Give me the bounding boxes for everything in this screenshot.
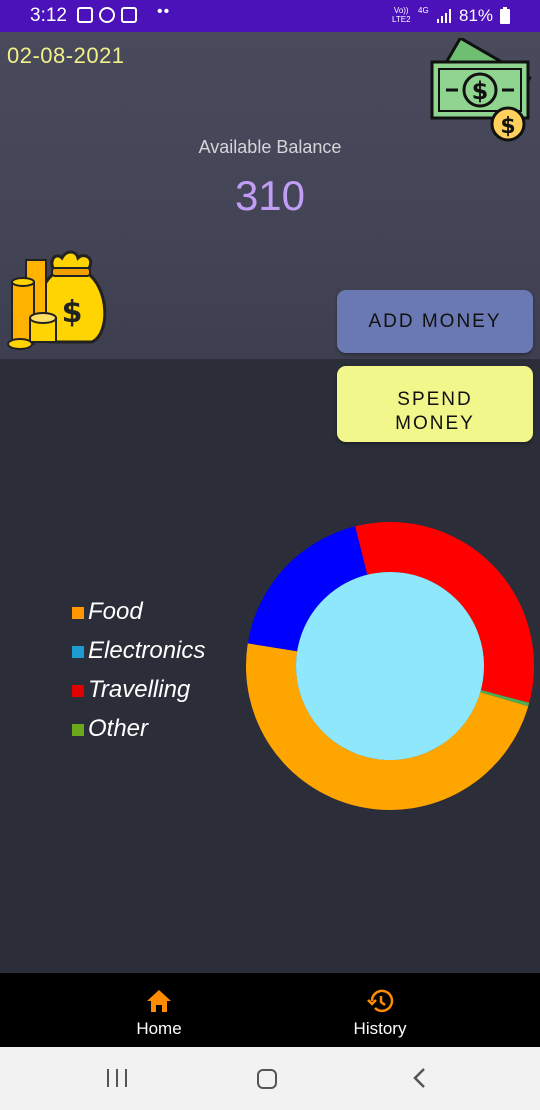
gallery-icon bbox=[77, 7, 93, 23]
legend-item-travelling: Travelling bbox=[72, 670, 205, 709]
nav-history-label: History bbox=[353, 1019, 407, 1038]
legend-label-electronics: Electronics bbox=[88, 636, 206, 664]
legend-swatch-electronics bbox=[72, 645, 84, 658]
legend-swatch-other bbox=[72, 723, 84, 736]
nav-home[interactable]: Home bbox=[79, 973, 239, 1047]
spend-money-button[interactable]: SPEND MONEY bbox=[337, 366, 533, 442]
spend-money-label-2: MONEY bbox=[395, 412, 475, 434]
svg-text:$: $ bbox=[62, 295, 83, 330]
add-money-button[interactable]: ADD MONEY bbox=[337, 290, 533, 353]
notification-icons bbox=[77, 7, 137, 23]
money-bag-icon: $ bbox=[7, 250, 107, 350]
svg-text:$: $ bbox=[472, 77, 489, 105]
more-notifications-icon: •• bbox=[157, 3, 171, 20]
status-time: 3:12 bbox=[30, 5, 67, 26]
app-screen: 3:12 •• Vo)) LTE2 4G 81% 02-08-2021 $ $ … bbox=[0, 0, 540, 1110]
spend-money-label-1: SPEND bbox=[397, 388, 473, 410]
legend-swatch-travelling bbox=[72, 684, 84, 697]
nav-home-label: Home bbox=[136, 1019, 182, 1038]
volte-indicator: Vo)) LTE2 bbox=[392, 6, 411, 24]
chart-center bbox=[296, 572, 484, 760]
back-icon[interactable] bbox=[409, 1066, 431, 1090]
expense-donut-chart bbox=[245, 522, 534, 811]
bottom-navigation: Home History bbox=[0, 973, 540, 1047]
signal-icon bbox=[437, 9, 453, 23]
system-navigation-bar bbox=[0, 1047, 540, 1110]
legend-item-electronics: Electronics bbox=[72, 631, 205, 670]
current-date: 02-08-2021 bbox=[7, 43, 125, 68]
whatsapp-icon bbox=[99, 7, 115, 23]
battery-icon bbox=[500, 7, 510, 24]
available-balance-label: Available Balance bbox=[198, 137, 342, 157]
network-type: 4G bbox=[418, 6, 429, 15]
cash-icon: $ $ bbox=[430, 38, 532, 142]
history-icon bbox=[367, 989, 394, 1013]
chart-legend: Food Electronics Travelling Other bbox=[72, 592, 205, 748]
status-bar: 3:12 •• Vo)) LTE2 4G 81% bbox=[0, 0, 540, 32]
battery-percent: 81% bbox=[459, 6, 494, 25]
home-button-icon[interactable] bbox=[257, 1069, 277, 1089]
legend-item-food: Food bbox=[72, 592, 205, 631]
legend-label-other: Other bbox=[88, 714, 149, 742]
nav-history[interactable]: History bbox=[300, 973, 460, 1047]
legend-item-other: Other bbox=[72, 709, 205, 748]
gmail-icon bbox=[121, 7, 137, 23]
balance-amount: 310 bbox=[234, 172, 306, 219]
legend-label-travelling: Travelling bbox=[88, 675, 191, 703]
legend-swatch-food bbox=[72, 606, 84, 619]
home-icon bbox=[147, 990, 171, 1012]
legend-label-food: Food bbox=[88, 597, 143, 625]
svg-text:$: $ bbox=[500, 114, 515, 139]
recent-apps-icon[interactable] bbox=[107, 1069, 127, 1087]
